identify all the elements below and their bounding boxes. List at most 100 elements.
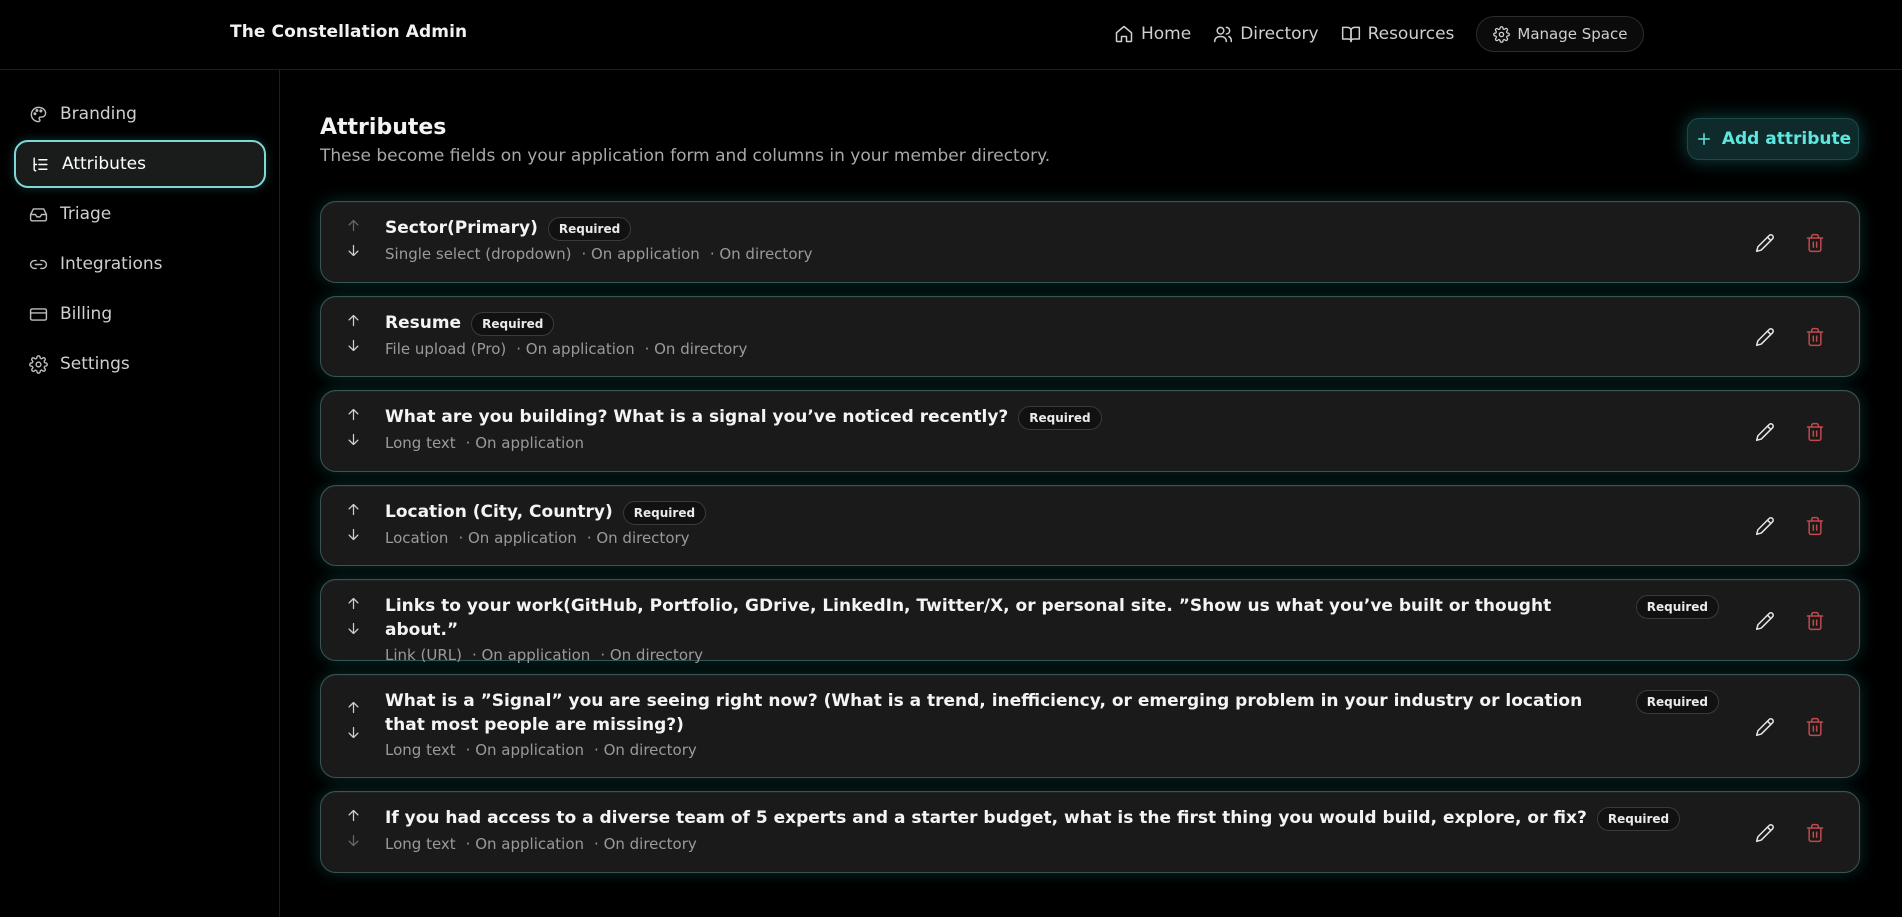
gear-icon bbox=[1493, 25, 1511, 43]
attribute-title: If you had access to a diverse team of 5… bbox=[385, 808, 1587, 828]
reorder-controls bbox=[343, 407, 363, 447]
nav-resources[interactable]: Resources bbox=[1341, 24, 1455, 44]
attribute-title-line: If you had access to a diverse team of 5… bbox=[385, 806, 1719, 831]
reorder-controls bbox=[343, 596, 363, 636]
sidebar-item-triage[interactable]: Triage bbox=[14, 190, 266, 238]
arrow-down-icon[interactable] bbox=[346, 432, 361, 447]
trash-icon[interactable] bbox=[1805, 717, 1825, 737]
attribute-meta: · On directory bbox=[586, 529, 690, 547]
add-attribute-button[interactable]: Add attribute bbox=[1687, 118, 1859, 160]
arrow-up-icon[interactable] bbox=[346, 218, 361, 233]
attribute-meta: Long text bbox=[385, 741, 456, 759]
required-badge: Required bbox=[547, 217, 632, 241]
required-badge: Required bbox=[471, 312, 555, 336]
sidebar-item-settings[interactable]: Settings bbox=[14, 340, 266, 388]
nav-directory[interactable]: Directory bbox=[1213, 24, 1319, 44]
row-actions bbox=[1755, 516, 1825, 536]
attribute-title: Location (City, Country) bbox=[385, 502, 613, 522]
edit-icon[interactable] bbox=[1755, 422, 1775, 442]
arrow-down-icon[interactable] bbox=[346, 725, 361, 740]
add-attribute-label: Add attribute bbox=[1721, 129, 1852, 149]
trash-icon[interactable] bbox=[1805, 516, 1825, 536]
plus-icon bbox=[1697, 133, 1710, 145]
edit-icon[interactable] bbox=[1755, 327, 1775, 347]
row-actions bbox=[1755, 717, 1825, 737]
reorder-controls bbox=[343, 502, 363, 542]
nav-home[interactable]: Home bbox=[1114, 24, 1191, 44]
row-actions bbox=[1755, 823, 1825, 843]
sidebar-item-label: Integrations bbox=[60, 254, 163, 274]
trash-icon[interactable] bbox=[1805, 823, 1825, 843]
palette-icon bbox=[30, 106, 47, 122]
link-icon bbox=[29, 259, 48, 269]
arrow-up-icon[interactable] bbox=[346, 502, 361, 517]
arrow-down-icon[interactable] bbox=[346, 621, 361, 636]
edit-icon[interactable] bbox=[1755, 823, 1775, 843]
edit-icon[interactable] bbox=[1755, 233, 1775, 253]
arrow-up-icon[interactable] bbox=[346, 407, 361, 422]
attribute-meta: Location bbox=[385, 529, 449, 547]
attribute-title-line: What are you building? What is a signal … bbox=[385, 405, 1719, 430]
arrow-down-icon[interactable] bbox=[346, 527, 361, 542]
nav-home-label: Home bbox=[1141, 24, 1192, 44]
attribute-title-line: Sector(Primary) Required bbox=[385, 216, 1719, 241]
attribute-content: What is a ”Signal” you are seeing right … bbox=[385, 689, 1719, 759]
users-icon bbox=[1214, 26, 1233, 43]
attribute-meta: · On application bbox=[458, 529, 577, 547]
attribute-title-line: What is a ”Signal” you are seeing right … bbox=[385, 689, 1719, 737]
attribute-meta: · On directory bbox=[644, 340, 748, 358]
reorder-controls bbox=[343, 313, 363, 353]
home-icon bbox=[1115, 25, 1133, 43]
manage-space-label: Manage Space bbox=[1517, 25, 1628, 43]
attribute-meta: · On directory bbox=[709, 245, 813, 263]
attribute-content: Links to your work(GitHub, Portfolio, GD… bbox=[385, 594, 1719, 664]
trash-icon[interactable] bbox=[1805, 233, 1825, 253]
attribute-meta-line: Single select (dropdown) · On application… bbox=[385, 245, 1719, 263]
attribute-meta-line: Location · On application · On directory bbox=[385, 529, 1719, 547]
attribute-meta-line: Link (URL) · On application · On directory bbox=[385, 646, 1719, 664]
attribute-title: Links to your work(GitHub, Portfolio, GD… bbox=[385, 596, 1552, 640]
arrow-down-icon[interactable] bbox=[346, 243, 361, 258]
trash-icon[interactable] bbox=[1805, 422, 1825, 442]
required-badge: Required bbox=[622, 501, 707, 525]
sidebar-item-billing[interactable]: Billing bbox=[14, 290, 266, 338]
attribute-meta: Long text bbox=[385, 835, 456, 853]
attribute-row: Location (City, Country) Required Location… bbox=[320, 485, 1860, 566]
reorder-controls bbox=[343, 808, 363, 848]
list-icon bbox=[33, 156, 48, 172]
arrow-down-icon[interactable] bbox=[346, 338, 361, 353]
trash-icon[interactable] bbox=[1805, 327, 1825, 347]
inbox-icon bbox=[29, 207, 48, 222]
row-actions bbox=[1755, 233, 1825, 253]
arrow-down-icon[interactable] bbox=[346, 833, 361, 848]
reorder-controls bbox=[343, 218, 363, 258]
attribute-meta: · On application bbox=[465, 434, 585, 452]
attribute-meta: Link (URL) bbox=[385, 646, 462, 664]
card-icon bbox=[29, 307, 48, 321]
attribute-title: What are you building? What is a signal … bbox=[385, 407, 1009, 427]
edit-icon[interactable] bbox=[1755, 717, 1775, 737]
arrow-up-icon[interactable] bbox=[346, 313, 361, 328]
nav-resources-label: Resources bbox=[1367, 24, 1455, 44]
manage-space-button[interactable]: Manage Space bbox=[1476, 16, 1645, 52]
sidebar-item-integrations[interactable]: Integrations bbox=[14, 240, 266, 288]
arrow-up-icon[interactable] bbox=[346, 596, 361, 611]
attribute-row: What are you building? What is a signal … bbox=[320, 390, 1860, 472]
attribute-meta: · On application bbox=[465, 835, 585, 853]
sidebar-item-label: Triage bbox=[60, 204, 112, 224]
edit-icon[interactable] bbox=[1755, 516, 1775, 536]
attribute-row: Links to your work(GitHub, Portfolio, GD… bbox=[320, 579, 1860, 664]
trash-icon[interactable] bbox=[1805, 611, 1825, 631]
attribute-meta: · On application bbox=[471, 646, 591, 664]
app-title: The Constellation Admin bbox=[230, 22, 468, 42]
book-icon bbox=[1341, 26, 1360, 43]
sidebar-item-label: Settings bbox=[60, 354, 130, 374]
edit-icon[interactable] bbox=[1755, 611, 1775, 631]
attribute-row: Resume Required File upload (Pro) · On appl… bbox=[320, 296, 1860, 377]
sidebar-item-branding[interactable]: Branding bbox=[14, 90, 266, 138]
arrow-up-icon[interactable] bbox=[346, 808, 361, 823]
attribute-meta-line: Long text · On application bbox=[385, 434, 1719, 452]
sidebar-item-attributes[interactable]: Attributes bbox=[14, 140, 266, 188]
arrow-up-icon[interactable] bbox=[346, 700, 361, 715]
attribute-content: If you had access to a diverse team of 5… bbox=[385, 806, 1719, 853]
